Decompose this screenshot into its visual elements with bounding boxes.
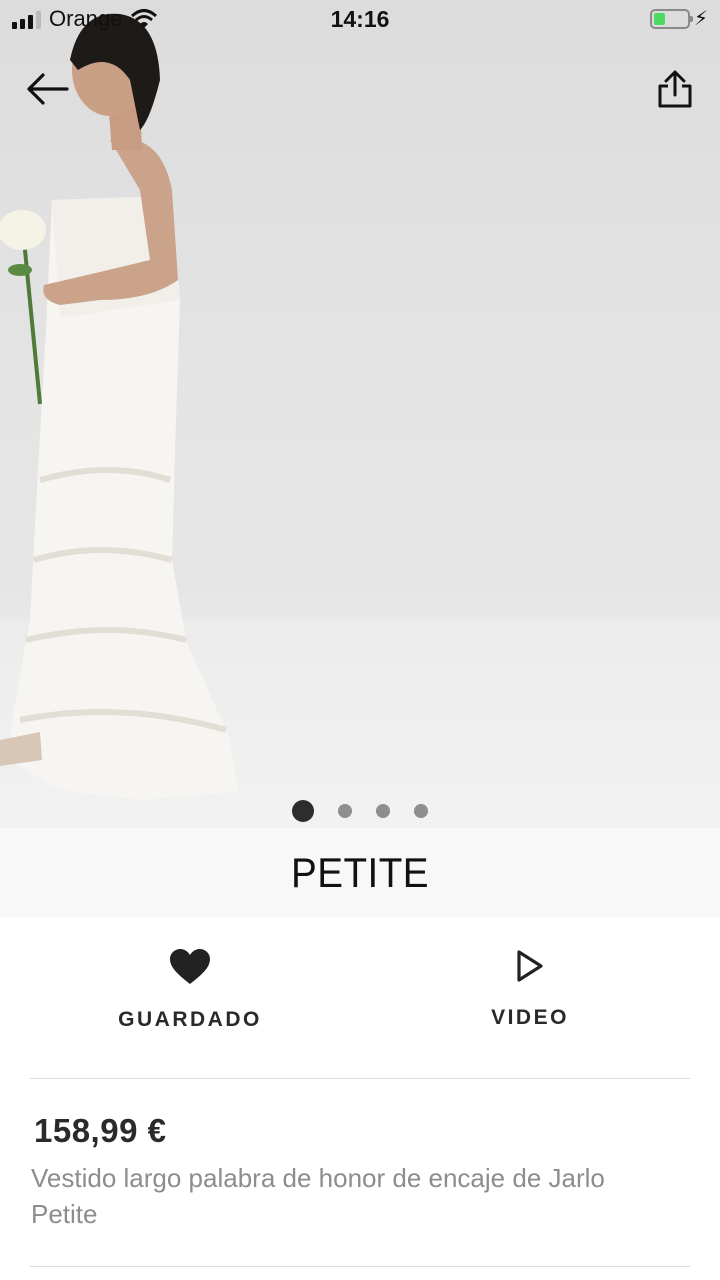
product-price: 158,99 € xyxy=(34,1112,167,1149)
clock: 14:16 xyxy=(330,6,390,32)
play-icon xyxy=(517,950,543,982)
arrow-left-icon xyxy=(27,73,69,105)
page-dot-2[interactable] xyxy=(338,804,352,818)
save-button[interactable]: GUARDADO xyxy=(10,948,370,1032)
brand-banner[interactable]: PETITE xyxy=(0,828,720,918)
model-photo xyxy=(0,13,238,800)
share-icon xyxy=(658,70,692,108)
heart-filled-icon xyxy=(170,949,210,984)
save-label: GUARDADO xyxy=(118,1008,262,1031)
charging-icon: ⚡ xyxy=(693,8,708,30)
page-dot-3[interactable] xyxy=(376,804,390,818)
product-actions: GUARDADO VIDEO xyxy=(0,918,720,1078)
back-button[interactable] xyxy=(22,66,72,112)
page-dot-4[interactable] xyxy=(414,804,428,818)
status-bar: Orange 14:16 ⚡ xyxy=(0,0,720,40)
product-image[interactable]: Orange 14:16 ⚡ xyxy=(0,0,720,828)
product-description: Vestido largo palabra de honor de encaje… xyxy=(31,1163,605,1229)
battery-icon xyxy=(650,9,693,29)
page-dot-1[interactable] xyxy=(292,800,314,822)
video-label: VIDEO xyxy=(491,1006,569,1029)
divider xyxy=(30,1266,690,1267)
gallery-pagination[interactable] xyxy=(0,800,720,822)
share-button[interactable] xyxy=(652,64,698,114)
brand-name: PETITE xyxy=(290,849,430,896)
video-button[interactable]: VIDEO xyxy=(350,948,710,1030)
divider xyxy=(30,1078,690,1079)
